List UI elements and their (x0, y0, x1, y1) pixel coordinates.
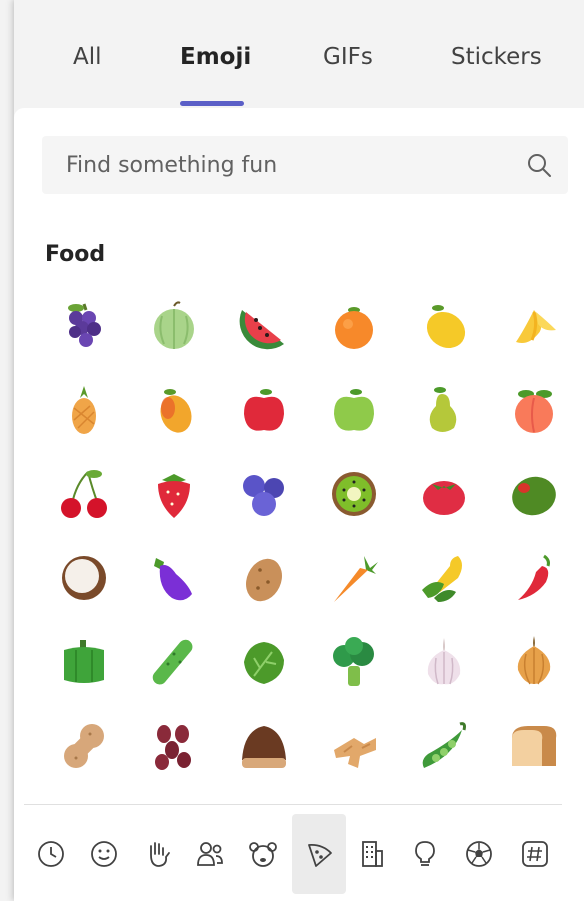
search-input[interactable] (42, 136, 512, 194)
category-animals[interactable] (236, 814, 290, 894)
onion-emoji[interactable] (504, 632, 564, 692)
peach-emoji[interactable] (504, 380, 564, 440)
banana-emoji[interactable] (504, 296, 564, 356)
pineapple-emoji[interactable] (54, 380, 114, 440)
category-bar (14, 814, 584, 894)
category-objects[interactable] (398, 814, 452, 894)
emoji-picker: All Emoji GIFs Stickers Food (14, 0, 584, 901)
leafy-green-emoji[interactable] (234, 632, 294, 692)
chestnut-emoji[interactable] (234, 716, 294, 776)
category-smileys[interactable] (77, 814, 131, 894)
building-icon (362, 841, 383, 867)
blueberries-emoji[interactable] (234, 464, 294, 524)
bread-emoji[interactable] (504, 716, 564, 776)
category-places[interactable] (345, 814, 399, 894)
category-symbols[interactable] (508, 814, 562, 894)
red-apple-emoji[interactable] (234, 380, 294, 440)
category-recent[interactable] (24, 814, 78, 894)
tab-bar: All Emoji GIFs Stickers (14, 0, 584, 108)
green-apple-emoji[interactable] (324, 380, 384, 440)
category-people[interactable] (183, 814, 237, 894)
potato-emoji[interactable] (234, 548, 294, 608)
search-box (42, 136, 568, 194)
animal-icon (249, 842, 277, 867)
category-food[interactable] (292, 814, 346, 894)
tab-gifs[interactable]: GIFs (323, 44, 373, 70)
category-gestures[interactable] (130, 814, 184, 894)
lightbulb-icon (415, 841, 435, 866)
mango-emoji[interactable] (144, 380, 204, 440)
people-icon (197, 842, 223, 866)
tab-all[interactable]: All (73, 44, 102, 70)
recent-icon (38, 841, 64, 867)
carrot-emoji[interactable] (324, 548, 384, 608)
coconut-emoji[interactable] (54, 548, 114, 608)
cherries-emoji[interactable] (54, 464, 114, 524)
eggplant-emoji[interactable] (144, 548, 204, 608)
broccoli-emoji[interactable] (324, 632, 384, 692)
pea-pod-emoji[interactable] (414, 716, 474, 776)
pear-emoji[interactable] (414, 380, 474, 440)
section-title: Food (45, 242, 106, 267)
watermelon-emoji[interactable] (234, 296, 294, 356)
divider (24, 804, 562, 805)
peanuts-emoji[interactable] (54, 716, 114, 776)
bell-pepper-emoji[interactable] (54, 632, 114, 692)
hot-pepper-emoji[interactable] (504, 548, 564, 608)
ginger-emoji[interactable] (324, 716, 384, 776)
beans-emoji[interactable] (144, 716, 204, 776)
cucumber-emoji[interactable] (144, 632, 204, 692)
tomato-emoji[interactable] (414, 464, 474, 524)
tab-stickers[interactable]: Stickers (451, 44, 542, 70)
symbols-icon (522, 841, 548, 867)
lemon-emoji[interactable] (414, 296, 474, 356)
olive-emoji[interactable] (504, 464, 564, 524)
tab-emoji[interactable]: Emoji (180, 44, 251, 70)
category-activities[interactable] (452, 814, 506, 894)
corn-emoji[interactable] (414, 548, 474, 608)
hand-icon (150, 842, 170, 867)
melon-emoji[interactable] (144, 296, 204, 356)
tangerine-emoji[interactable] (324, 296, 384, 356)
search-icon[interactable] (526, 152, 552, 178)
kiwi-emoji[interactable] (324, 464, 384, 524)
garlic-emoji[interactable] (414, 632, 474, 692)
strawberry-emoji[interactable] (144, 464, 204, 524)
soccer-ball-icon (466, 841, 492, 867)
smiley-icon (91, 841, 117, 867)
food-icon (308, 844, 332, 867)
grapes-emoji[interactable] (54, 296, 114, 356)
active-tab-indicator (180, 101, 244, 106)
emoji-panel: Food (14, 108, 584, 901)
